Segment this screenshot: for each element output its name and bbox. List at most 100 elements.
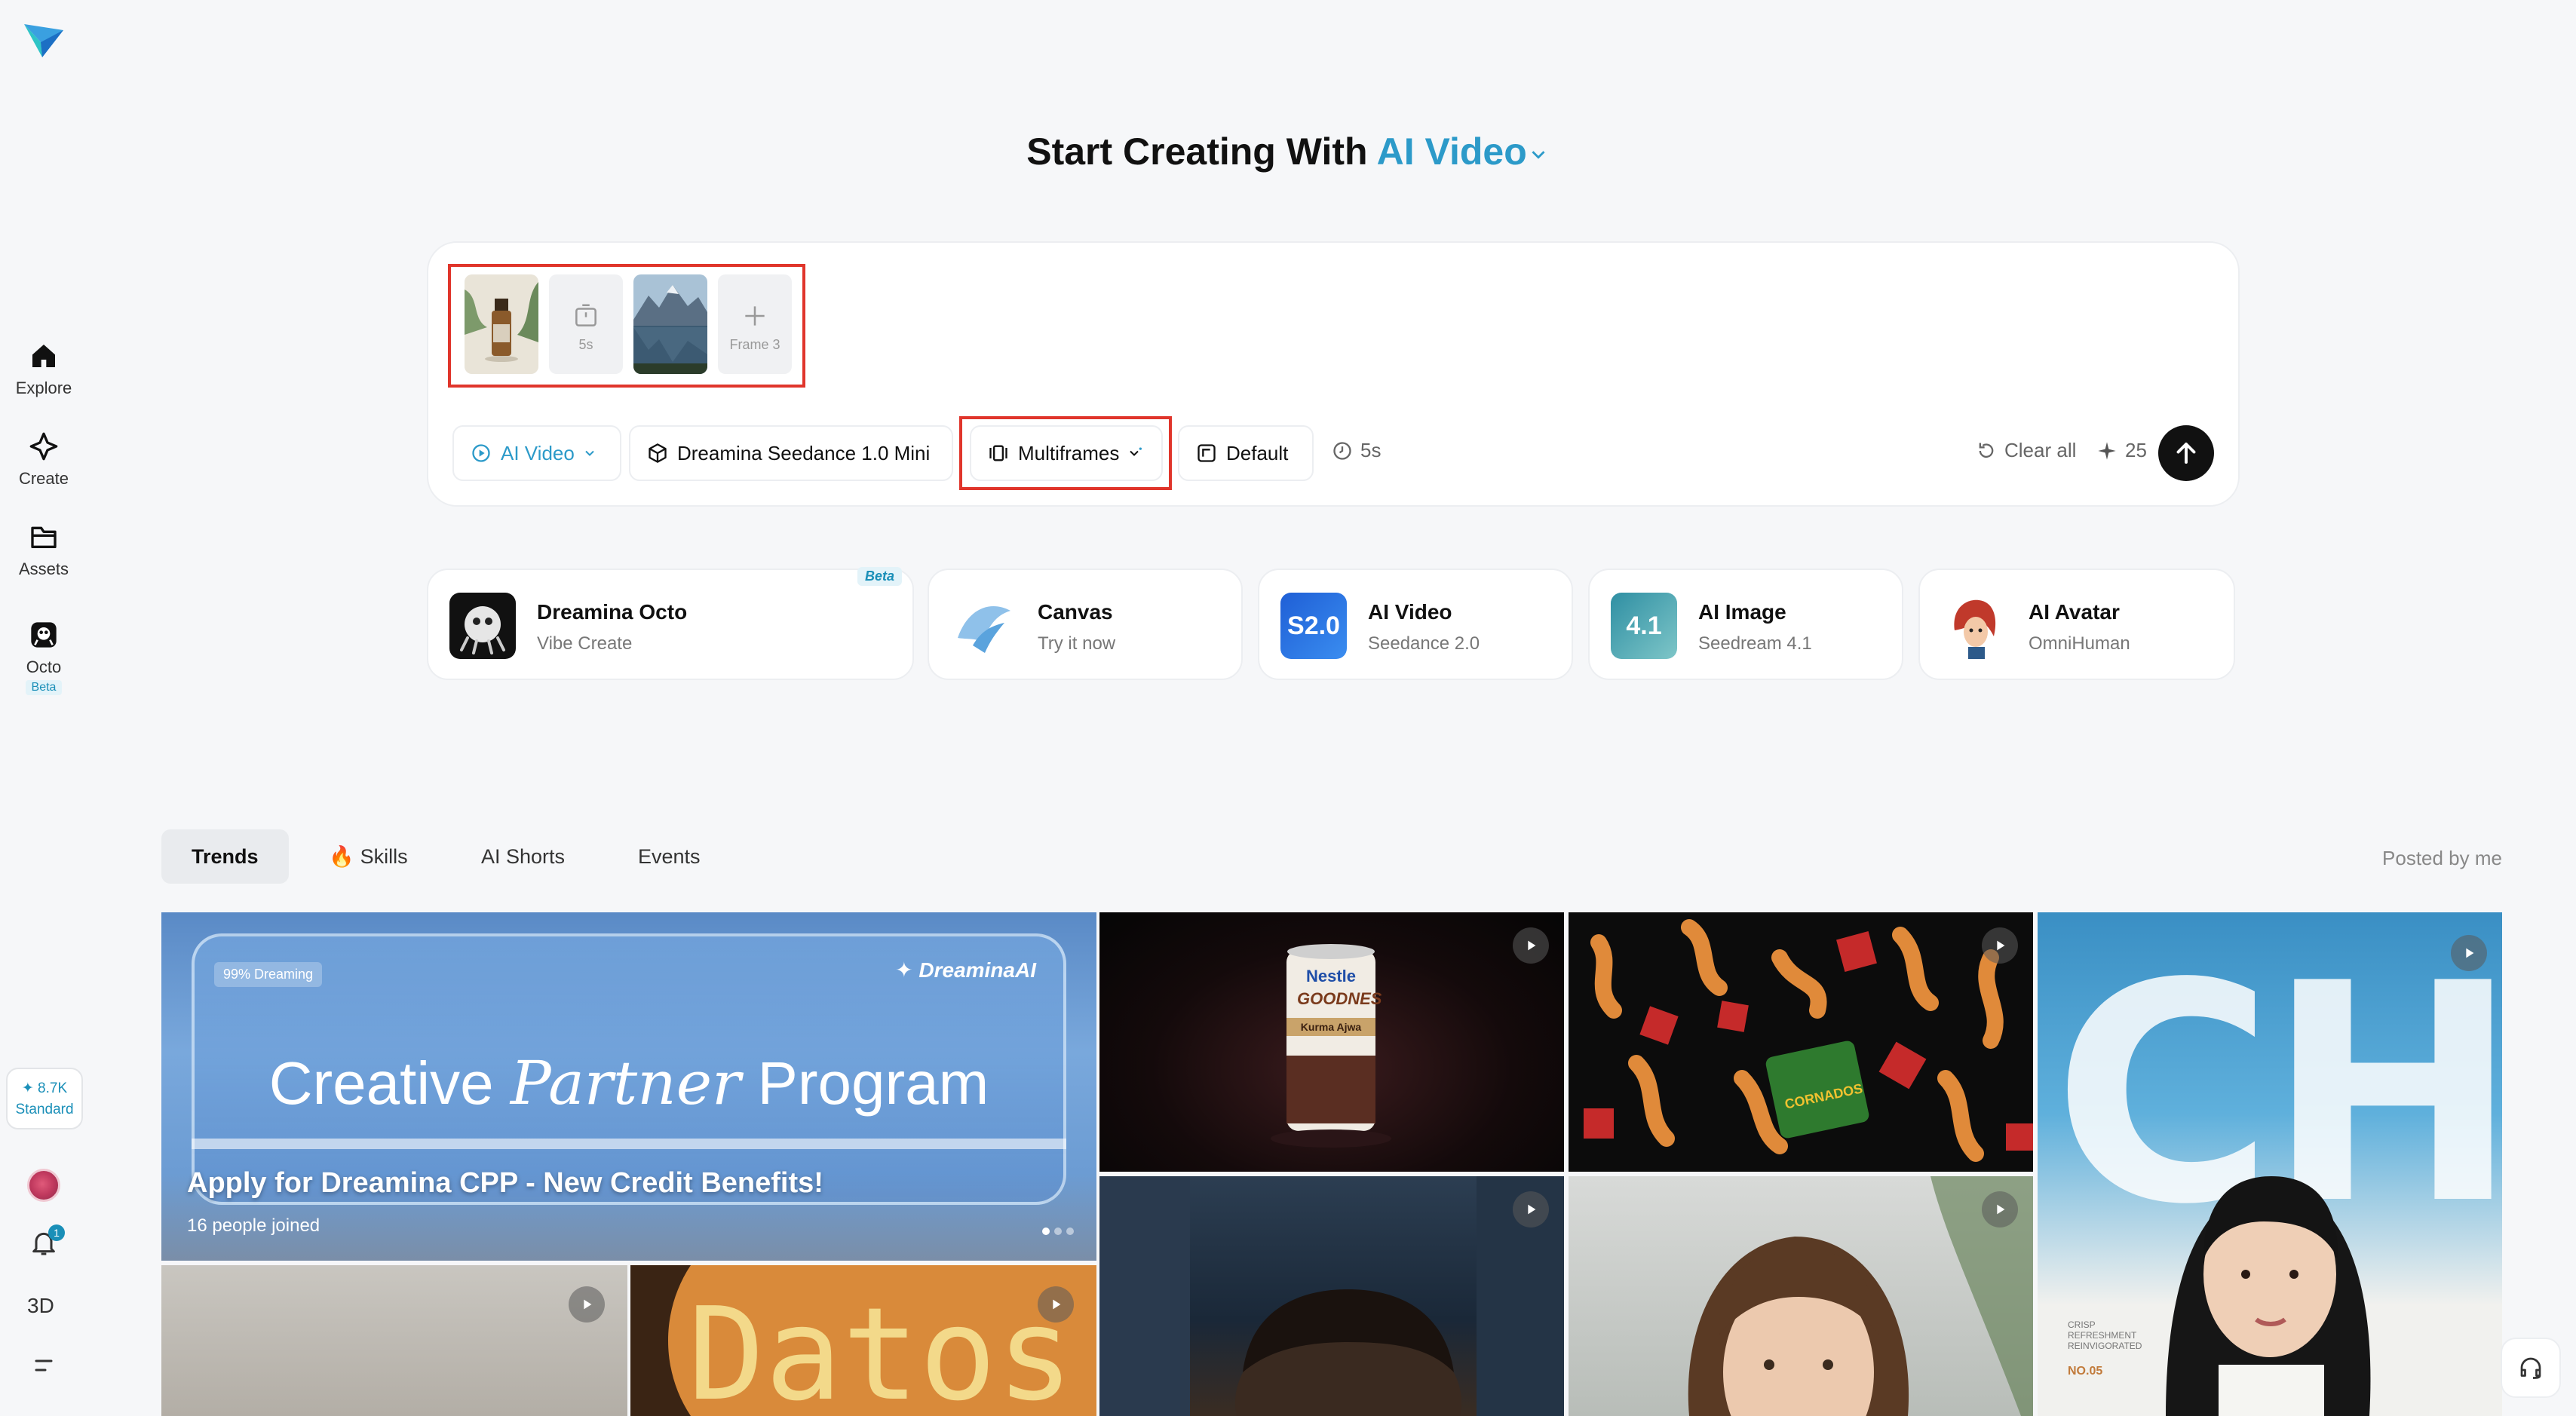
- carousel-dots[interactable]: [1042, 1228, 1074, 1235]
- credits-amount: ✦ 8.7K: [21, 1080, 68, 1096]
- menu-icon[interactable]: [32, 1354, 56, 1377]
- mode-selector[interactable]: AI Video: [1377, 130, 1550, 173]
- nestle-can-image: [1271, 944, 1391, 1148]
- feed-item-gray[interactable]: [161, 1265, 627, 1416]
- mode-dropdown[interactable]: AI Video: [452, 425, 621, 481]
- credits-badge[interactable]: ✦ 8.7K Standard: [6, 1068, 83, 1129]
- aspect-ratio-icon: [1198, 444, 1216, 462]
- sidebar-item-create[interactable]: Create: [0, 431, 87, 489]
- generate-button[interactable]: [2158, 425, 2214, 481]
- banner-joined: 16 people joined: [187, 1215, 320, 1236]
- mode-dropdown-label: AI Video: [501, 441, 575, 464]
- 3d-button[interactable]: 3D: [27, 1294, 54, 1318]
- play-button[interactable]: [1982, 1191, 2018, 1228]
- tab-label: Events: [638, 844, 701, 868]
- card-subtitle: Vibe Create: [537, 633, 633, 654]
- feed-item-portrait-woman[interactable]: [1569, 1176, 2033, 1416]
- banner-tag: 99% Dreaming: [214, 962, 323, 987]
- feed-item-portrait-man[interactable]: [1099, 1176, 1564, 1416]
- play-button[interactable]: [2451, 935, 2487, 971]
- octo-icon: [31, 622, 57, 648]
- card-subtitle: Try it now: [1038, 633, 1116, 654]
- tab-label: Skills: [360, 844, 408, 868]
- sidebar: Explore Create Assets Octo Beta ✦ 8.7K S…: [0, 0, 87, 1416]
- feed-item-nestle[interactable]: Nestle GOODNES Kurma Ajwa: [1099, 912, 1564, 1172]
- tab-trends[interactable]: Trends: [161, 829, 289, 884]
- beta-badge: Beta: [857, 567, 902, 586]
- sidebar-item-assets[interactable]: Assets: [0, 522, 87, 579]
- banner-program-title: Creative Partner Program: [161, 1048, 1096, 1118]
- seedance-icon-text: S2.0: [1287, 611, 1340, 640]
- chill-small-text: CRISP REFRESHMENT REINVIGORATED: [2068, 1319, 2142, 1351]
- avatar[interactable]: [27, 1169, 60, 1202]
- duration-label: 5s: [1360, 439, 1382, 461]
- octo-app-icon: [449, 593, 516, 659]
- tab-events[interactable]: Events: [608, 829, 731, 884]
- posted-by-me-link[interactable]: Posted by me: [2382, 847, 2502, 870]
- card-title: AI Image: [1698, 600, 1786, 624]
- tab-skills[interactable]: 🔥 Skills: [299, 829, 438, 884]
- play-button[interactable]: [569, 1286, 605, 1323]
- ai-video-icon: [472, 444, 490, 462]
- fire-icon: 🔥: [329, 845, 354, 868]
- cube-icon: [649, 443, 667, 463]
- card-ai-avatar[interactable]: AI Avatar OmniHuman: [1918, 569, 2235, 680]
- model-selector[interactable]: Dreamina Seedance 1.0 Mini: [629, 425, 953, 481]
- play-icon: [2466, 948, 2474, 958]
- frames-highlight-box: [448, 264, 805, 388]
- support-button[interactable]: [2501, 1338, 2561, 1398]
- banner-program-word: Partner: [510, 1048, 741, 1118]
- chill-issue: NO.05: [2068, 1365, 2103, 1378]
- sidebar-item-label: Explore: [15, 379, 72, 397]
- card-subtitle: Seedream 4.1: [1698, 633, 1812, 654]
- sidebar-item-label: Octo: [26, 657, 62, 676]
- banner-stripe: [192, 1139, 1066, 1149]
- feed-item-chill[interactable]: CHILL CRISP REFRESHMENT REINVIGORATED NO…: [2038, 912, 2502, 1416]
- seedream-app-icon: 4.1: [1611, 593, 1677, 659]
- sparkle-diamond-icon: [29, 432, 58, 461]
- home-icon: [32, 345, 55, 367]
- ratio-selector[interactable]: Default: [1178, 425, 1314, 481]
- chevron-down-icon: [1532, 151, 1545, 159]
- duration-selector[interactable]: 5s: [1332, 439, 1381, 462]
- banner-brand: ✦ DreaminaAI: [895, 958, 1036, 982]
- feed-item-datos[interactable]: Datos: [630, 1265, 1096, 1416]
- clear-all-button[interactable]: Clear all: [1976, 439, 2076, 462]
- feed-item-cornados[interactable]: CORNADOS: [1569, 912, 2033, 1172]
- card-ai-video[interactable]: S2.0 AI Video Seedance 2.0: [1258, 569, 1573, 680]
- sparkle-icon: [2098, 441, 2116, 460]
- play-button[interactable]: [1982, 927, 2018, 964]
- portrait-woman-image: [1688, 1176, 2033, 1416]
- undo-icon: [1979, 443, 1994, 458]
- arrow-up-icon: [2176, 443, 2196, 464]
- sidebar-item-label: Create: [18, 469, 69, 488]
- omnihuman-app-icon: [1941, 593, 2007, 659]
- sidebar-item-octo[interactable]: Octo Beta: [0, 620, 87, 695]
- play-icon: [584, 1299, 592, 1310]
- tab-label: Trends: [192, 844, 259, 868]
- banner-program-word: Program: [757, 1050, 989, 1117]
- nestle-flavor: Kurma Ajwa: [1300, 1021, 1362, 1033]
- play-button[interactable]: [1513, 1191, 1549, 1228]
- sidebar-item-explore[interactable]: Explore: [0, 341, 87, 398]
- card-title: AI Video: [1368, 600, 1452, 624]
- seedream-icon-text: 4.1: [1626, 611, 1662, 640]
- multiframes-highlight-box: [959, 416, 1172, 490]
- play-button[interactable]: [1513, 927, 1549, 964]
- clock-icon: [1333, 441, 1351, 460]
- play-icon: [1997, 940, 2005, 951]
- play-icon: [1528, 940, 1536, 951]
- dreamina-logo-icon[interactable]: [23, 20, 65, 59]
- play-button[interactable]: [1038, 1286, 1074, 1323]
- tab-ai-shorts[interactable]: AI Shorts: [451, 829, 595, 884]
- title-prefix: Start Creating With: [1026, 130, 1368, 173]
- chevron-down-icon: [585, 450, 594, 456]
- clear-all-label: Clear all: [2004, 439, 2077, 461]
- card-ai-image[interactable]: 4.1 AI Image Seedream 4.1: [1588, 569, 1903, 680]
- banner-creative-partner-program[interactable]: 99% Dreaming ✦ DreaminaAI Creative Partn…: [161, 912, 1096, 1261]
- card-canvas[interactable]: Canvas Try it now: [928, 569, 1243, 680]
- card-dreamina-octo[interactable]: Dreamina Octo Vibe Create Beta: [427, 567, 914, 680]
- play-icon: [1997, 1204, 2005, 1215]
- portrait-man-image: [1099, 1176, 1564, 1416]
- folder-icon: [31, 526, 57, 548]
